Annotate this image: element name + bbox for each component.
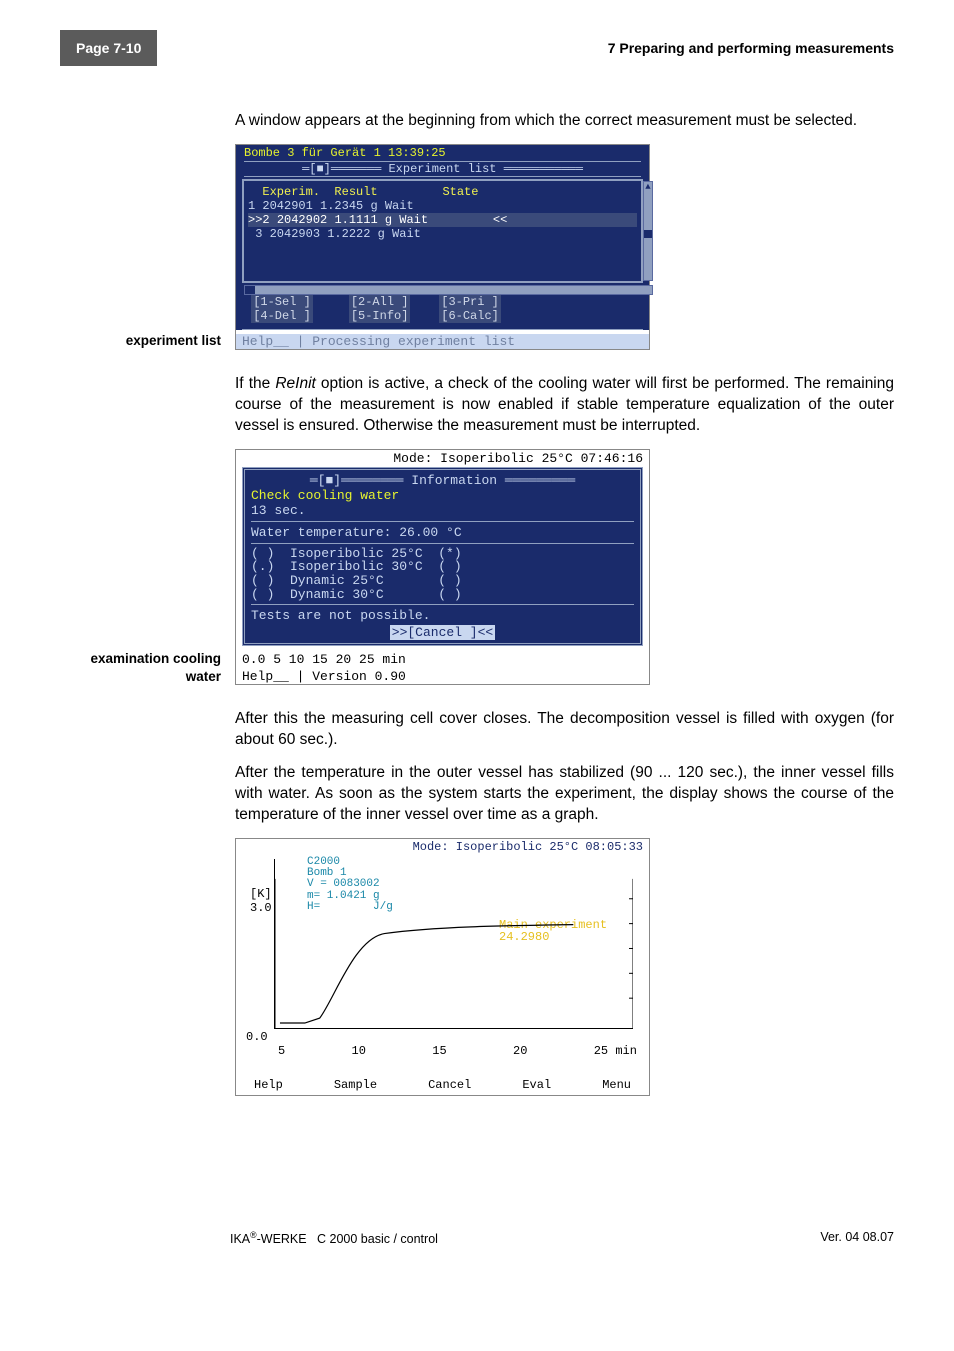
sec-line: 13 sec. xyxy=(251,503,634,518)
xtick: 20 xyxy=(513,1044,527,1058)
temperature-curve xyxy=(275,859,633,1028)
btn-info[interactable]: [5-Info] xyxy=(349,309,411,323)
figure-experiment-list: Bombe 3 für Gerät 1 13:39:25 ═[■]═══════… xyxy=(235,144,650,350)
menu-sample[interactable]: Sample xyxy=(334,1078,377,1092)
chapter-title: 7 Preparing and performing measurements xyxy=(608,40,894,56)
term1-window-title: Experiment list xyxy=(381,162,503,176)
btn-del[interactable]: [4-Del ] xyxy=(251,309,313,323)
col-state: State xyxy=(442,185,478,199)
btn-calc[interactable]: [6-Calc] xyxy=(439,309,501,323)
col-experim: Experim. xyxy=(262,185,320,199)
mode-selection[interactable]: ( ) Isoperibolic 25°C (*) (.) Isoperibol… xyxy=(251,547,634,602)
btn-sel[interactable]: [1-Sel ] xyxy=(251,295,313,309)
term1-table: Experim. Result State 1 2042901 1.2345 g… xyxy=(242,179,643,283)
menu-menu[interactable]: Menu xyxy=(602,1078,631,1092)
footer-right: Ver. 04 08.07 xyxy=(820,1230,894,1246)
table-row[interactable]: 3 2042903 1.2222 g Wait xyxy=(248,227,637,241)
paragraph-3: After this the measuring cell cover clos… xyxy=(235,709,894,751)
term2-axis: 0.0 5 10 15 20 25 min xyxy=(236,650,649,669)
figure-1-label: experiment list xyxy=(60,332,235,350)
reinit-term: ReInit xyxy=(275,375,316,392)
figure-3-label xyxy=(60,1078,235,1096)
scrollbar-horizontal[interactable] xyxy=(244,285,653,295)
graph-area: C2000 Bomb 1 V = 0083002 m= 1.0421 g H= … xyxy=(274,859,633,1029)
term2-top: Mode: Isoperibolic 25°C 07:46:16 xyxy=(236,450,649,467)
term2-help: Help__ | Version 0.90 xyxy=(236,669,649,684)
term2-window-title: Information xyxy=(403,473,504,488)
btn-all[interactable]: [2-All ] xyxy=(349,295,411,309)
paragraph-2: If the ReInit option is active, a check … xyxy=(235,374,894,437)
footer-left: IKA®-WERKE C 2000 basic / control xyxy=(230,1230,438,1246)
xtick: 10 xyxy=(352,1044,366,1058)
paragraph-1: A window appears at the beginning from w… xyxy=(235,111,894,132)
yaxis-label: [K] 3.0 xyxy=(250,887,272,915)
btn-pri[interactable]: [3-Pri ] xyxy=(439,295,501,309)
water-temp-line: Water temperature: 26.00 °C xyxy=(251,525,634,540)
page-number-tab: Page 7-10 xyxy=(60,30,157,66)
table-row[interactable]: >>2 2042902 1.1111 g Wait << xyxy=(248,213,637,227)
xtick: 15 xyxy=(432,1044,446,1058)
col-result: Result xyxy=(334,185,377,199)
term1-title-bar: Bombe 3 für Gerät 1 13:39:25 xyxy=(236,145,649,161)
term1-status: Help__ | Processing experiment list xyxy=(236,334,649,349)
cancel-button[interactable]: >>[Cancel ]<< xyxy=(390,625,495,640)
menu-cancel[interactable]: Cancel xyxy=(428,1078,471,1092)
menu-help[interactable]: Help xyxy=(254,1078,283,1092)
figure-2-label: examination cooling water xyxy=(60,650,235,685)
xtick: 25 min xyxy=(594,1044,637,1058)
xtick: 5 xyxy=(278,1044,285,1058)
figure-examination-cooling-water: Mode: Isoperibolic 25°C 07:46:16 ═[■]═══… xyxy=(235,449,650,686)
menu-eval[interactable]: Eval xyxy=(522,1078,551,1092)
scrollbar-vertical[interactable]: ▲ xyxy=(643,181,653,281)
check-cooling-line: Check cooling water xyxy=(251,488,634,503)
tests-line: Tests are not possible. xyxy=(251,608,634,623)
y-zero: 0.0 xyxy=(246,1030,268,1044)
term3-top: Mode: Isoperibolic 25°C 08:05:33 xyxy=(236,839,649,855)
figure-temperature-graph: Mode: Isoperibolic 25°C 08:05:33 [K] 3.0… xyxy=(235,838,650,1096)
paragraph-4: After the temperature in the outer vesse… xyxy=(235,763,894,826)
